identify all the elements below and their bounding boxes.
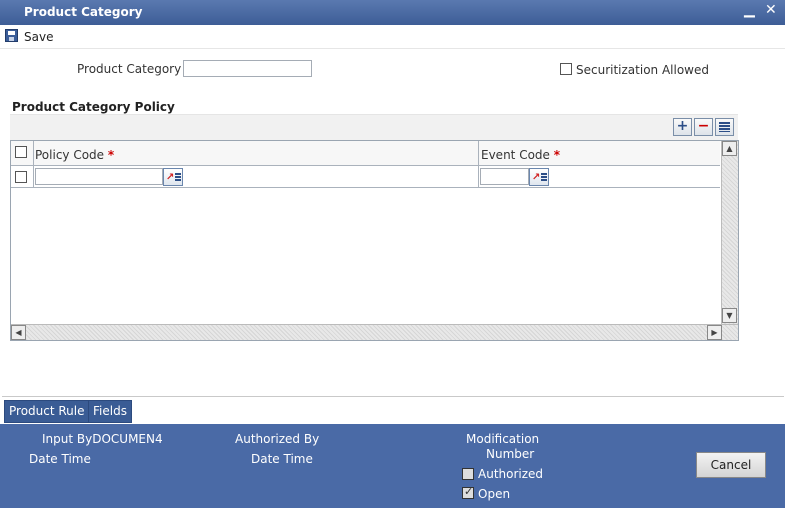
securitization-label: Securitization Allowed (576, 63, 709, 77)
policy-grid-toolbar: + − (10, 114, 738, 140)
product-category-label-text: Product Category (77, 62, 182, 76)
input-by-label: Input ByDOCUMEN4 (42, 432, 163, 446)
single-view-button[interactable] (715, 118, 734, 136)
date-time-label: Date Time (29, 452, 91, 466)
tab-product-rule[interactable]: Product Rule (4, 400, 90, 423)
scroll-right-icon[interactable]: ▶ (707, 325, 722, 340)
header-event-code-text: Event Code (481, 148, 550, 162)
open-label: Open (478, 487, 511, 501)
horizontal-scrollbar[interactable]: ◀ ▶ (11, 324, 738, 340)
authorized-checkbox[interactable] (462, 468, 474, 480)
delete-row-button[interactable]: − (694, 118, 713, 136)
audit-footer: Input ByDOCUMEN4 Date Time Authorized By… (0, 424, 785, 508)
required-mark: * (107, 148, 115, 162)
col-divider (478, 141, 479, 165)
toolbar: Save (0, 25, 785, 49)
col-divider (33, 166, 34, 187)
modification-label: Modification (466, 432, 540, 446)
list-icon (719, 122, 730, 132)
securitization-checkbox[interactable] (560, 63, 572, 75)
event-code-input[interactable] (480, 168, 529, 185)
arrow-icon: ↗ (166, 172, 175, 183)
window-title: Product Category (24, 5, 143, 19)
save-icon[interactable] (5, 29, 18, 42)
scroll-up-icon[interactable]: ▲ (722, 141, 737, 156)
scroll-down-icon[interactable]: ▼ (722, 308, 737, 323)
grid-header: Policy Code * Event Code * (11, 141, 720, 166)
header-policy-code: Policy Code * (35, 148, 114, 162)
window-titlebar: Product Category ▁ ✕ (0, 0, 785, 25)
list-icon (541, 173, 547, 182)
tab-bar: Product Rule Fields (2, 396, 784, 424)
col-divider (478, 166, 479, 187)
input-by-value: DOCUMEN4 (92, 432, 163, 446)
open-checkbox[interactable] (462, 485, 474, 499)
product-category-input[interactable] (183, 60, 312, 77)
policy-code-input[interactable] (35, 168, 163, 185)
scroll-left-icon[interactable]: ◀ (11, 325, 26, 340)
input-by-label-text: Input By (42, 432, 93, 446)
auth-date-time-label: Date Time (251, 452, 313, 466)
col-divider (33, 141, 34, 165)
cancel-button[interactable]: Cancel (696, 452, 766, 478)
header-event-code: Event Code * (481, 148, 560, 162)
policy-code-lov-button[interactable]: ↗ (163, 168, 183, 186)
table-row: ↗ ↗ (11, 166, 720, 188)
vertical-scrollbar[interactable]: ▲ ▼ (721, 141, 738, 324)
policy-section-title: Product Category Policy (12, 100, 175, 114)
close-button[interactable]: ✕ (765, 2, 777, 18)
required-mark: * (553, 148, 561, 162)
authorized-by-label: Authorized By (235, 432, 320, 446)
add-row-button[interactable]: + (673, 118, 692, 136)
minimize-button[interactable]: ▁ (744, 2, 755, 18)
list-icon (175, 173, 181, 182)
save-button[interactable]: Save (24, 30, 53, 44)
select-all-checkbox[interactable] (15, 146, 27, 158)
row-select-checkbox[interactable] (15, 171, 27, 183)
authorized-label: Authorized (478, 467, 544, 481)
header-policy-code-text: Policy Code (35, 148, 105, 162)
main-panel: Product Category * Securitization Allowe… (2, 49, 784, 395)
policy-grid: Policy Code * Event Code * ↗ ↗ ▲ ▼ ◀ ▶ (10, 140, 739, 341)
product-category-label: Product Category * (77, 62, 191, 76)
tab-fields[interactable]: Fields (88, 400, 132, 423)
event-code-lov-button[interactable]: ↗ (529, 168, 549, 186)
arrow-icon: ↗ (532, 172, 541, 183)
number-label: Number (486, 447, 535, 461)
